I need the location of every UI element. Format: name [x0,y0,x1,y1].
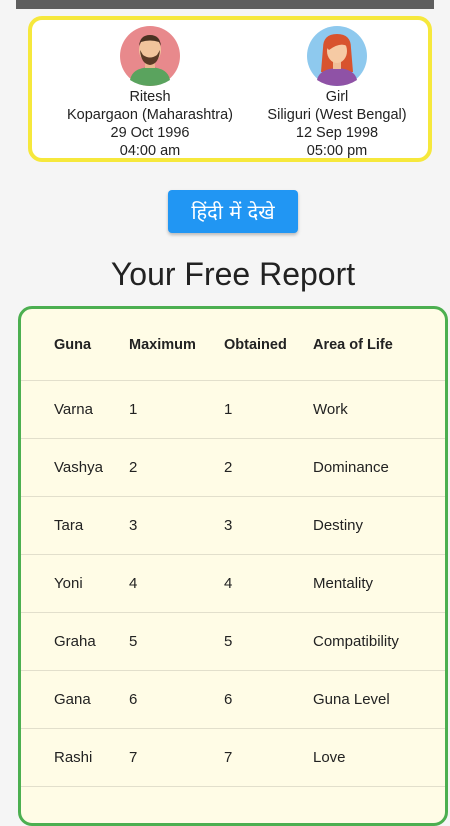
area-of-life-cell: Love [313,748,346,766]
boy-birthplace: Kopargaon (Maharashtra) [66,107,234,123]
table-row: Graha 5 5 Compatibility [21,612,445,671]
table-row: Rashi 7 7 Love [21,728,445,787]
report-title: Your Free Report [110,256,356,292]
girl-birthdate: 12 Sep 1998 [295,125,379,141]
table-row: Gana 6 6 Guna Level [21,670,445,729]
column-header-obtained: Obtained [224,336,287,353]
view-in-hindi-button[interactable]: हिंदी में देखे [168,190,298,233]
table-header-row: Guna Maximum Obtained Area of Life [21,309,445,381]
table-row [21,786,445,823]
area-of-life-cell: Mentality [313,574,374,592]
table-row: Tara 3 3 Destiny [21,496,445,555]
guna-cell: Tara [54,516,84,534]
maximum-cell: 3 [129,516,138,534]
obtained-cell: 1 [224,400,233,418]
maximum-cell: 1 [129,400,138,418]
maximum-cell: 7 [129,748,138,766]
area-of-life-cell: Compatibility [313,632,399,650]
guna-cell: Graha [54,632,96,650]
girl-name: Girl [325,89,349,105]
column-header-guna: Guna [54,336,92,353]
guna-cell: Rashi [54,748,93,766]
table-row: Yoni 4 4 Mentality [21,554,445,613]
obtained-cell: 3 [224,516,233,534]
obtained-cell: 4 [224,574,233,592]
guna-cell: Gana [54,690,91,708]
obtained-cell: 7 [224,748,233,766]
guna-cell: Varna [54,400,93,418]
area-of-life-cell: Work [313,400,348,418]
girl-profile: Girl Siliguri (West Bengal) 12 Sep 1998 … [237,26,437,160]
area-of-life-cell: Guna Level [313,690,390,708]
maximum-cell: 2 [129,458,138,476]
maximum-cell: 6 [129,690,138,708]
boy-birthtime: 04:00 am [119,143,181,159]
guna-cell: Vashya [54,458,103,476]
maximum-cell: 5 [129,632,138,650]
area-of-life-cell: Dominance [313,458,389,476]
table-row: Vashya 2 2 Dominance [21,438,445,497]
girl-birthplace: Siliguri (West Bengal) [267,107,407,123]
column-header-area-of-life: Area of Life [313,336,393,353]
female-avatar-icon [307,26,367,86]
boy-birthdate: 29 Oct 1996 [110,125,190,141]
male-avatar-icon [120,26,180,86]
obtained-cell: 2 [224,458,233,476]
obtained-cell: 6 [224,690,233,708]
profiles-card: Ritesh Kopargaon (Maharashtra) 29 Oct 19… [28,16,432,162]
guna-cell: Yoni [54,574,83,592]
top-bar [16,0,434,9]
area-of-life-cell: Destiny [313,516,364,534]
girl-birthtime: 05:00 pm [306,143,368,159]
table-row: Varna 1 1 Work [21,380,445,439]
boy-profile: Ritesh Kopargaon (Maharashtra) 29 Oct 19… [50,26,250,160]
obtained-cell: 5 [224,632,233,650]
column-header-maximum: Maximum [129,336,196,353]
maximum-cell: 4 [129,574,138,592]
guna-table: Guna Maximum Obtained Area of Life Varna… [18,306,448,826]
boy-name: Ritesh [129,89,171,105]
